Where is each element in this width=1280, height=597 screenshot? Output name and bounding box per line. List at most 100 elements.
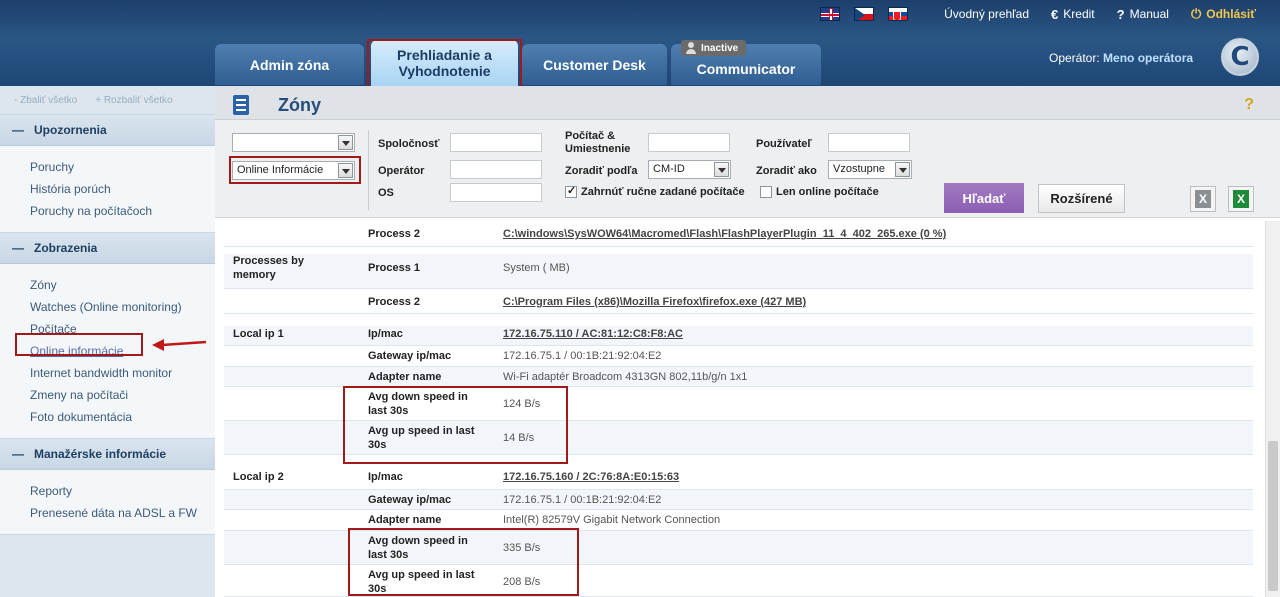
row-value: 172.16.75.1 / 00:1B:21:92:04:E2 xyxy=(503,494,662,506)
collapse-icon: — xyxy=(12,447,24,461)
row-key: Ip/mac xyxy=(368,328,403,340)
sidebar-item-adsl-fw-data[interactable]: Prenesené dáta na ADSL a FW xyxy=(30,502,215,524)
operator-label: Operátor: xyxy=(1049,51,1100,65)
scrollbar-thumb[interactable] xyxy=(1268,441,1278,591)
operator-info: Operátor: Meno operátora xyxy=(1049,51,1193,65)
question-icon: ? xyxy=(1116,6,1125,22)
excel-export-green-icon[interactable] xyxy=(1228,186,1254,212)
tab-admin-zone[interactable]: Admin zóna xyxy=(215,44,364,85)
row-value: System ( MB) xyxy=(503,262,570,274)
computer-label: Počítač & Umiestnenie xyxy=(565,130,631,155)
advanced-button[interactable]: Rozšírené xyxy=(1038,184,1125,213)
inactive-badge-label: Inactive xyxy=(701,42,739,54)
row-key: Gateway ip/mac xyxy=(368,494,452,506)
online-only-label: Len online počítače xyxy=(776,186,879,198)
user-input[interactable] xyxy=(828,133,910,152)
row-key: Avg down speed in last 30s xyxy=(368,391,468,417)
sidebar-item-photo-docs[interactable]: Foto dokumentácia xyxy=(30,406,215,428)
company-input[interactable] xyxy=(450,133,542,152)
row-value: 335 B/s xyxy=(503,542,541,554)
sidebar-section-alerts: — Upozornenia Poruchy História porúch Por… xyxy=(0,114,215,232)
os-label: OS xyxy=(378,187,394,199)
tab-customer-desk-label: Customer Desk xyxy=(543,56,646,73)
row-key: Process 2 xyxy=(368,296,420,308)
row-key: Ip/mac xyxy=(368,471,403,483)
flag-sk-icon[interactable] xyxy=(888,7,909,21)
checkbox-checked-icon xyxy=(565,184,577,198)
table-row: Avg up speed in last 30s 14 B/s xyxy=(224,421,1253,455)
sort-order-select[interactable]: Vzostupne xyxy=(828,160,912,179)
tab-browse-evaluate-label: Prehliadanie a Vyhodnotenie xyxy=(397,47,492,79)
credit-link[interactable]: € Kredit xyxy=(1051,7,1095,22)
search-button[interactable]: Hľadať xyxy=(944,183,1024,213)
table-row: Avg down speed in last 30s 124 B/s xyxy=(224,387,1253,421)
sidebar-section-header[interactable]: — Manažérske informácie xyxy=(0,439,215,470)
table-row: Adapter name Intel(R) 82579V Gigabit Net… xyxy=(224,510,1253,531)
computer-input[interactable] xyxy=(648,133,730,152)
collapse-all-link[interactable]: - Zbaliť všetko xyxy=(14,95,77,106)
sidebar-item-computer-faults[interactable]: Poruchy na počítačoch xyxy=(30,200,215,222)
row-key: Adapter name xyxy=(368,514,442,526)
info-type-select[interactable]: Online Informácie xyxy=(232,161,355,180)
table-row: Local ip 2 Ip/mac 172.16.75.160 / 2C:76:… xyxy=(224,455,1253,490)
row-key: Adapter name xyxy=(368,371,442,383)
table-row: Gateway ip/mac 172.16.75.1 / 00:1B:21:92… xyxy=(224,346,1253,367)
logout-link[interactable]: ⏻ Odhlásiť xyxy=(1191,6,1256,22)
chevron-down-icon xyxy=(895,162,910,177)
sidebar-section-management: — Manažérske informácie Reporty Prenesené… xyxy=(0,438,215,535)
view-select[interactable] xyxy=(232,133,355,152)
chevron-down-icon xyxy=(714,162,729,177)
row-value-link[interactable]: C:\windows\SysWOW64\Macromed\Flash\Flash… xyxy=(503,227,946,241)
sidebar-section-header[interactable]: — Upozornenia xyxy=(0,115,215,146)
sidebar-item-reports[interactable]: Reporty xyxy=(30,480,215,502)
top-bar: Úvodný prehľad € Kredit ? Manual ⏻ Odhlásiť xyxy=(820,5,1280,23)
row-value: 124 B/s xyxy=(503,398,541,410)
sidebar-item-zones[interactable]: Zóny xyxy=(30,274,215,296)
excel-export-gray-icon[interactable] xyxy=(1190,186,1216,212)
row-group: Local ip 1 xyxy=(233,328,284,340)
table-row: Adapter name Wi-Fi adaptér Broadcom 4313… xyxy=(224,367,1253,387)
row-value-link[interactable]: 172.16.75.110 / AC:81:12:C8:F8:AC xyxy=(503,327,683,341)
row-group: Processes by memory xyxy=(233,255,304,281)
tab-customer-desk[interactable]: Customer Desk xyxy=(522,44,667,85)
online-only-checkbox[interactable]: Len online počítače xyxy=(760,186,879,198)
os-input[interactable] xyxy=(450,183,542,202)
zones-icon xyxy=(233,95,249,115)
tab-browse-evaluate[interactable]: Prehliadanie a Vyhodnotenie xyxy=(371,40,518,86)
row-value: 208 B/s xyxy=(503,576,541,588)
expand-all-link[interactable]: + Rozbaliť všetko xyxy=(95,95,172,106)
sidebar-section-header[interactable]: — Zobrazenia xyxy=(0,233,215,264)
operator-name[interactable]: Meno operátora xyxy=(1103,51,1193,65)
flag-cz-icon[interactable] xyxy=(854,7,875,21)
row-value-link[interactable]: C:\Program Files (x86)\Mozilla Firefox\f… xyxy=(503,295,806,309)
table-row: Local ip 1 Ip/mac 172.16.75.110 / AC:81:… xyxy=(224,314,1253,346)
operator-input[interactable] xyxy=(450,160,542,179)
sidebar-item-fault-history[interactable]: História porúch xyxy=(30,178,215,200)
table-row: Avg up speed in last 30s 208 B/s xyxy=(224,565,1253,597)
sidebar-item-watches[interactable]: Watches (Online monitoring) xyxy=(30,296,215,318)
sidebar-item-faults[interactable]: Poruchy xyxy=(30,156,215,178)
sidebar-item-computer-changes[interactable]: Zmeny na počítači xyxy=(30,384,215,406)
company-label: Spoločnosť xyxy=(378,138,440,150)
collapse-icon: — xyxy=(12,241,24,255)
sort-by-label: Zoradiť podľa xyxy=(565,165,638,177)
power-icon: ⏻ xyxy=(1190,6,1202,21)
tab-communicator-label: Communicator xyxy=(696,60,796,77)
include-manual-label: Zahrnúť ručne zadané počítače xyxy=(581,186,745,198)
sidebar-item-bandwidth-monitor[interactable]: Internet bandwidth monitor xyxy=(30,362,215,384)
row-value: Wi-Fi adaptér Broadcom 4313GN 802,11b/g/… xyxy=(503,371,748,383)
row-value-link[interactable]: 172.16.75.160 / 2C:76:8A:E0:15:63 xyxy=(503,470,679,484)
include-manual-checkbox[interactable]: Zahrnúť ručne zadané počítače xyxy=(565,184,745,198)
manual-link[interactable]: ? Manual xyxy=(1117,7,1169,22)
table-row: Process 2 C:\windows\SysWOW64\Macromed\F… xyxy=(224,221,1253,247)
vertical-scrollbar[interactable] xyxy=(1265,221,1280,597)
sidebar-section-title: Manažérske informácie xyxy=(34,447,167,461)
checkbox-icon xyxy=(760,186,772,198)
sidebar-section-views: — Zobrazenia Zóny Watches (Online monitor… xyxy=(0,232,215,438)
main-panel: Zóny ? Online Informácie Spoločnosť Oper… xyxy=(215,86,1280,597)
overview-link[interactable]: Úvodný prehľad xyxy=(944,7,1029,21)
euro-icon: € xyxy=(1051,6,1059,22)
flag-uk-icon[interactable] xyxy=(820,7,841,21)
help-icon[interactable]: ? xyxy=(1244,96,1254,114)
sort-by-select[interactable]: CM-ID xyxy=(648,160,731,179)
